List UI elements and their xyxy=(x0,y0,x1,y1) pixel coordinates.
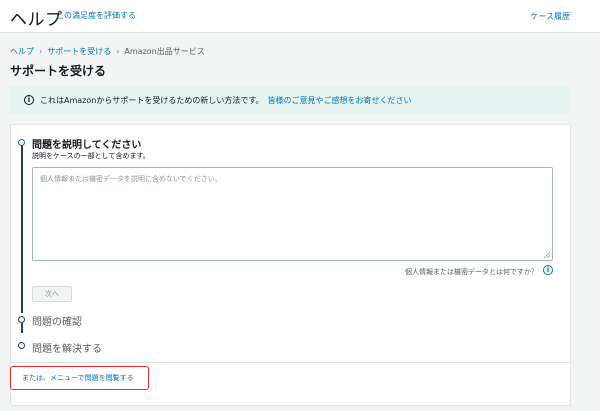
step1-title: 問題を説明してください xyxy=(32,140,142,151)
chevron-right-icon: › xyxy=(39,47,43,56)
help-brand[interactable]: ヘルプ xyxy=(10,5,63,30)
panel-divider xyxy=(11,362,570,363)
step2-indicator-icon xyxy=(18,316,25,323)
breadcrumb: ヘルプ › サポートを受ける › Amazon出品サービス xyxy=(10,46,205,57)
chevron-right-icon: › xyxy=(116,47,120,56)
info-banner-text: これはAmazonからサポートを受けるための新しい方法です。 xyxy=(40,95,264,105)
info-icon: i xyxy=(24,95,34,105)
step1-indicator-icon xyxy=(18,139,25,146)
resize-grip-icon[interactable] xyxy=(544,252,550,258)
step1-subtitle: 説明をケースの一部として含めます。 xyxy=(32,152,150,160)
sensitive-data-question[interactable]: 個人情報または機密データとは何ですか？ xyxy=(405,267,538,277)
top-bar: ヘルプ この満足度を評価する ケース履歴 xyxy=(0,0,600,33)
info-icon[interactable]: i xyxy=(543,265,553,275)
step3-indicator-icon xyxy=(18,342,25,349)
textarea-placeholder: 個人情報または機密データを説明に含めないでください。 xyxy=(40,175,222,183)
step3-title: 問題を解決する xyxy=(32,344,102,355)
step-rail xyxy=(21,142,23,313)
breadcrumb-help[interactable]: ヘルプ xyxy=(10,46,34,57)
rate-satisfaction-link[interactable]: この満足度を評価する xyxy=(56,10,136,21)
step2-title: 問題の確認 xyxy=(32,317,82,328)
breadcrumb-get-support[interactable]: サポートを受ける xyxy=(47,46,111,57)
feedback-link[interactable]: 皆様のご意見やご感想をお寄せください xyxy=(268,95,412,106)
problem-description-input[interactable]: 個人情報または機密データを説明に含めないでください。 xyxy=(32,167,553,261)
browse-menu-link-text: または、メニューで問題を閲覧する xyxy=(22,374,134,382)
next-button[interactable]: 次へ xyxy=(32,286,72,302)
info-banner: i これはAmazonからサポートを受けるための新しい方法です。 皆様のご意見や… xyxy=(10,86,570,114)
page-title: サポートを受ける xyxy=(10,64,107,78)
browse-menu-link[interactable]: または、メニューで問題を閲覧する xyxy=(10,366,149,390)
step-rail-segment xyxy=(21,323,23,333)
case-history-link[interactable]: ケース履歴 xyxy=(530,11,570,22)
breadcrumb-current: Amazon出品サービス xyxy=(124,47,205,56)
